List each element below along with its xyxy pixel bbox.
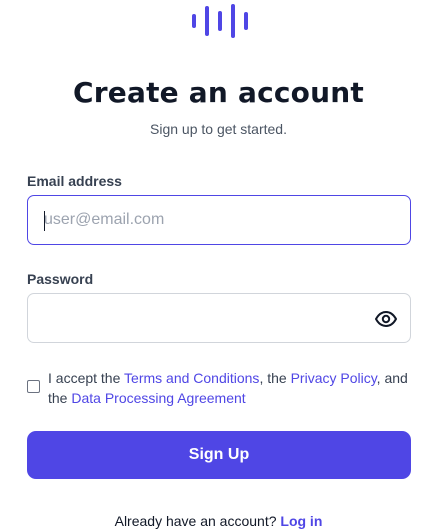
terms-prefix: I accept the — [48, 370, 121, 386]
password-label: Password — [27, 271, 94, 287]
terms-checkbox[interactable] — [27, 380, 40, 393]
waveform-logo-icon — [192, 4, 248, 38]
text-caret — [44, 211, 45, 231]
eye-icon[interactable] — [374, 307, 398, 331]
email-field-container — [27, 195, 411, 245]
login-prompt: Already have an account? Log in — [0, 513, 437, 529]
terms-link[interactable]: Terms and Conditions — [124, 370, 259, 386]
password-input[interactable] — [28, 294, 410, 342]
terms-text: I accept the Terms and Conditions, the P… — [48, 368, 411, 408]
login-prompt-text: Already have an account? — [114, 513, 277, 529]
terms-separator: , the — [259, 370, 287, 386]
page-subtitle: Sign up to get started. — [150, 121, 287, 137]
password-field-container — [27, 293, 411, 343]
email-input[interactable] — [28, 196, 410, 244]
email-label: Email address — [27, 173, 122, 189]
privacy-policy-link[interactable]: Privacy Policy — [291, 370, 377, 386]
data-processing-agreement-link[interactable]: Data Processing Agreement — [71, 390, 245, 406]
log-in-link[interactable]: Log in — [280, 513, 322, 529]
sign-up-button[interactable]: Sign Up — [27, 431, 411, 479]
page-title: Create an account — [73, 76, 364, 109]
